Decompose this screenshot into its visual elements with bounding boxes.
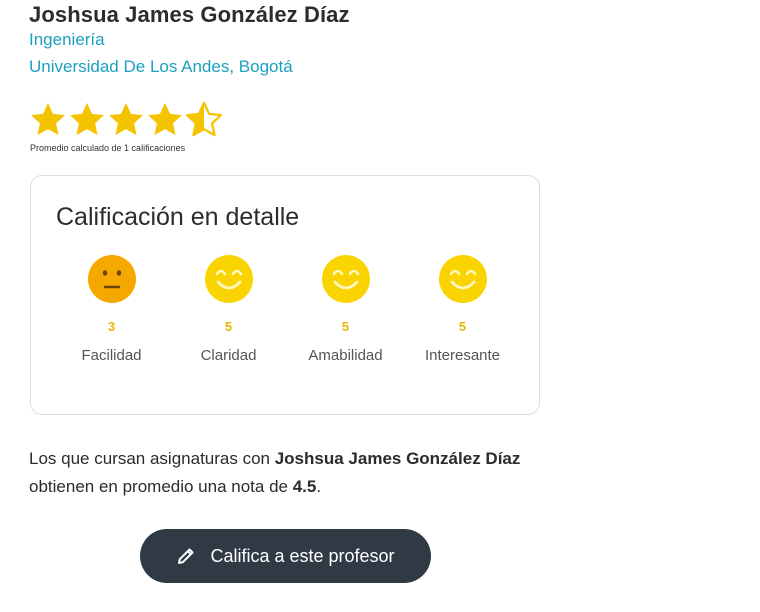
star-icon	[70, 102, 104, 136]
half-star-icon	[185, 101, 223, 137]
metric-label: Claridad	[200, 347, 257, 364]
metric-amabilidad: 5 Amabilidad	[287, 254, 404, 364]
rate-professor-button[interactable]: Califica a este profesor	[140, 529, 431, 583]
star-icon	[148, 102, 182, 136]
metrics-row: 3 Facilidad 5 Claridad 5 Amabilidad 5 In…	[53, 254, 521, 364]
university-link[interactable]: Universidad De Los Andes	[29, 57, 229, 76]
neutral-face-icon	[87, 255, 136, 303]
metric-label: Amabilidad	[308, 347, 383, 364]
detail-card: Calificación en detalle 3 Facilidad 5 Cl…	[30, 175, 540, 415]
city-link[interactable]: Bogotá	[239, 57, 293, 76]
smile-face-icon	[438, 255, 487, 303]
professor-name: Joshsua James González Díaz	[29, 2, 350, 27]
metric-value: 5	[458, 319, 467, 334]
metric-value: 5	[341, 319, 350, 334]
metric-value: 3	[107, 319, 116, 334]
summary-middle: obtienen en promedio una nota de	[29, 477, 293, 496]
metric-claridad: 5 Claridad	[170, 254, 287, 364]
location-separator: ,	[229, 57, 239, 76]
rate-button-label: Califica a este profesor	[210, 545, 395, 566]
summary-prefix: Los que cursan asignaturas con	[29, 449, 275, 468]
metric-value: 5	[224, 319, 233, 334]
summary-professor-name: Joshsua James González Díaz	[274, 449, 521, 468]
summary-suffix: .	[316, 477, 322, 496]
star-icon	[31, 102, 65, 136]
star-rating	[29, 101, 223, 141]
detail-title: Calificación en detalle	[56, 203, 300, 231]
star-icon	[109, 102, 143, 136]
metric-label: Interesante	[424, 347, 501, 364]
metric-facilidad: 3 Facilidad	[53, 254, 170, 364]
department-link[interactable]: Ingeniería	[29, 30, 105, 50]
grade-summary: Los que cursan asignaturas con Joshsua J…	[29, 445, 539, 501]
smile-face-icon	[204, 255, 253, 303]
smile-face-icon	[321, 255, 370, 303]
metric-interesante: 5 Interesante	[404, 254, 521, 364]
summary-grade: 4.5	[292, 477, 317, 496]
metric-label: Facilidad	[81, 347, 142, 364]
pencil-icon	[178, 548, 194, 564]
average-note: Promedio calculado de 1 calificaciones	[30, 143, 186, 153]
institution-line: Universidad De Los Andes, Bogotá	[29, 57, 293, 77]
